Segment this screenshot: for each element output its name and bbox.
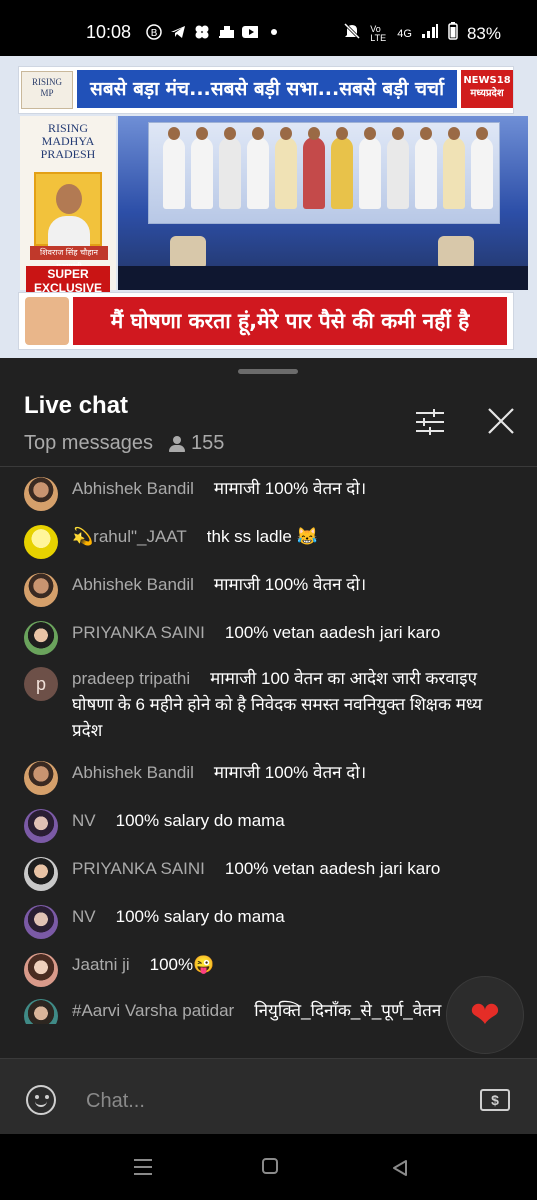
avatar[interactable]: [24, 905, 58, 939]
avatar[interactable]: [24, 525, 58, 559]
avatar[interactable]: [24, 999, 58, 1024]
message-author[interactable]: Abhishek Bandil: [72, 479, 194, 498]
avatar[interactable]: [24, 857, 58, 891]
video-bottom-headline: मैं घोषणा करता हूं,मेरे पार पैसे की कमी …: [73, 297, 507, 345]
message-text: 100% salary do mama: [115, 811, 285, 830]
video-bottom-banner: मैं घोषणा करता हूं,मेरे पार पैसे की कमी …: [18, 292, 514, 350]
message-author[interactable]: pradeep tripathi: [72, 669, 190, 688]
notification-icons: B: [146, 24, 282, 40]
speaker-thumbnail: [25, 297, 69, 345]
volte-label: Vo LTE: [370, 23, 387, 43]
network-type: 4G: [397, 27, 412, 40]
sliders-icon: [416, 409, 444, 435]
video-top-headline: सबसे बड़ा मंच...सबसे बड़ी सभा...सबसे बड़…: [77, 70, 457, 108]
header-divider: [0, 466, 537, 467]
filter-settings-button[interactable]: [414, 408, 446, 436]
guest-name-tag: शिवराज सिंह चौहान मुख्यमंत्री: [30, 246, 108, 271]
telegram-icon: [170, 24, 186, 40]
chat-message[interactable]: NV 100% salary do mama: [24, 904, 514, 939]
chat-message[interactable]: PRIYANKA SAINI 100% vetan aadesh jari kar…: [24, 620, 514, 655]
avatar[interactable]: [24, 809, 58, 843]
rising-logo: RISING MADHYA PRADESH: [40, 121, 96, 161]
reaction-heart-button[interactable]: ❤: [446, 976, 524, 1054]
avatar[interactable]: [24, 477, 58, 511]
system-navigation-bar: [0, 1134, 537, 1200]
video-side-panel: RISING MADHYA PRADESH शिवराज सिंह चौहान …: [20, 116, 116, 296]
chat-message[interactable]: PRIYANKA SAINI 100% vetan aadesh jari kar…: [24, 856, 514, 891]
chat-message[interactable]: Jaatni ji 100%😜: [24, 952, 514, 987]
live-chat-panel: Live chat Top messages 155 Abhishek Band…: [0, 358, 537, 1135]
drag-handle[interactable]: [238, 369, 298, 374]
video-top-banner: RISING MP सबसे बड़ा मंच...सबसे बड़ी सभा..…: [18, 66, 514, 114]
video-player[interactable]: RISING MP सबसे बड़ा मंच...सबसे बड़ी सभा..…: [0, 56, 537, 358]
back-icon: [393, 1160, 407, 1176]
rising-mp-logo: RISING MP: [21, 71, 73, 109]
status-time: 10:08: [86, 22, 132, 42]
chat-message[interactable]: Abhishek Bandil मामाजी 100% वेतन दो।: [24, 760, 514, 795]
battery-percent: 83%: [466, 23, 501, 43]
status-bar: 10:08 B Vo LTE 4G 83%: [0, 0, 537, 56]
chat-input[interactable]: [84, 1083, 448, 1119]
message-text: 100% vetan aadesh jari karo: [224, 623, 441, 642]
message-author[interactable]: NV: [72, 811, 96, 830]
message-author[interactable]: #Aarvi Varsha patidar: [72, 1001, 234, 1020]
svg-text:B: B: [151, 28, 158, 39]
message-author[interactable]: Abhishek Bandil: [72, 763, 194, 782]
signal-icon: [421, 23, 439, 44]
guest-portrait: [34, 172, 102, 246]
home-button[interactable]: [262, 1158, 278, 1174]
super-chat-button[interactable]: $: [480, 1089, 510, 1111]
message-author[interactable]: NV: [72, 907, 96, 926]
chat-message[interactable]: p pradeep tripathi मामाजी 100 वेतन का आदे…: [24, 666, 514, 744]
pinwheel-icon: [194, 24, 210, 40]
dot-icon: [266, 24, 282, 40]
chat-message[interactable]: 💫rahul"_JAAT thk ss ladle 😹: [24, 524, 514, 559]
message-text: thk ss ladle 😹: [206, 527, 318, 546]
message-text: मामाजी 100% वेतन दो।: [213, 575, 367, 594]
avatar[interactable]: p: [24, 667, 58, 701]
avatar[interactable]: [24, 573, 58, 607]
close-icon: [488, 408, 514, 434]
avatar[interactable]: [24, 953, 58, 987]
close-chat-button[interactable]: [486, 406, 516, 436]
b-icon: B: [146, 24, 162, 40]
message-author[interactable]: 💫rahul"_JAAT: [72, 527, 187, 546]
viewers-icon: [168, 435, 185, 453]
avatar[interactable]: [24, 621, 58, 655]
chat-mode-row[interactable]: Top messages 155: [24, 432, 224, 455]
emoji-button[interactable]: [26, 1085, 56, 1115]
system-indicators: Vo LTE 4G 83%: [343, 22, 501, 45]
youtube-icon: [242, 24, 258, 40]
chat-message[interactable]: #Aarvi Varsha patidar नियुक्ति_दिनाँक_से_…: [24, 998, 444, 1024]
chat-message-list[interactable]: Abhishek Bandil मामाजी 100% वेतन दो। 💫rah…: [0, 468, 537, 1024]
chat-title: Live chat: [24, 392, 129, 419]
message-author[interactable]: Jaatni ji: [72, 955, 130, 974]
message-text: मामाजी 100% वेतन दो।: [213, 479, 367, 498]
avatar-letter: p: [35, 674, 46, 694]
avatar[interactable]: [24, 761, 58, 795]
back-button[interactable]: [390, 1158, 410, 1178]
mute-icon: [343, 22, 361, 45]
message-text: 100% salary do mama: [115, 907, 285, 926]
message-text: मामाजी 100% वेतन दो।: [213, 763, 367, 782]
heart-icon: ❤: [469, 994, 501, 1036]
video-stage-scene: [118, 116, 528, 290]
app-icon: [218, 24, 234, 40]
stage-screen: [148, 122, 500, 224]
message-author[interactable]: PRIYANKA SAINI: [72, 859, 205, 878]
battery-icon: [448, 22, 458, 45]
chat-message[interactable]: Abhishek Bandil मामाजी 100% वेतन दो।: [24, 476, 514, 511]
message-author[interactable]: Abhishek Bandil: [72, 575, 194, 594]
chat-message[interactable]: NV 100% salary do mama: [24, 808, 514, 843]
message-text: 100% vetan aadesh jari karo: [224, 859, 441, 878]
recent-apps-button[interactable]: [134, 1159, 152, 1175]
message-author[interactable]: PRIYANKA SAINI: [72, 623, 205, 642]
viewer-count: 155: [190, 432, 225, 454]
chat-message[interactable]: Abhishek Bandil मामाजी 100% वेतन दो।: [24, 572, 514, 607]
message-text: 100%😜: [149, 955, 215, 974]
chat-input-bar: $: [0, 1058, 537, 1135]
chat-mode-label[interactable]: Top messages: [24, 432, 153, 455]
news18-logo: NEWS18 मध्यप्रदेश: [461, 70, 513, 108]
